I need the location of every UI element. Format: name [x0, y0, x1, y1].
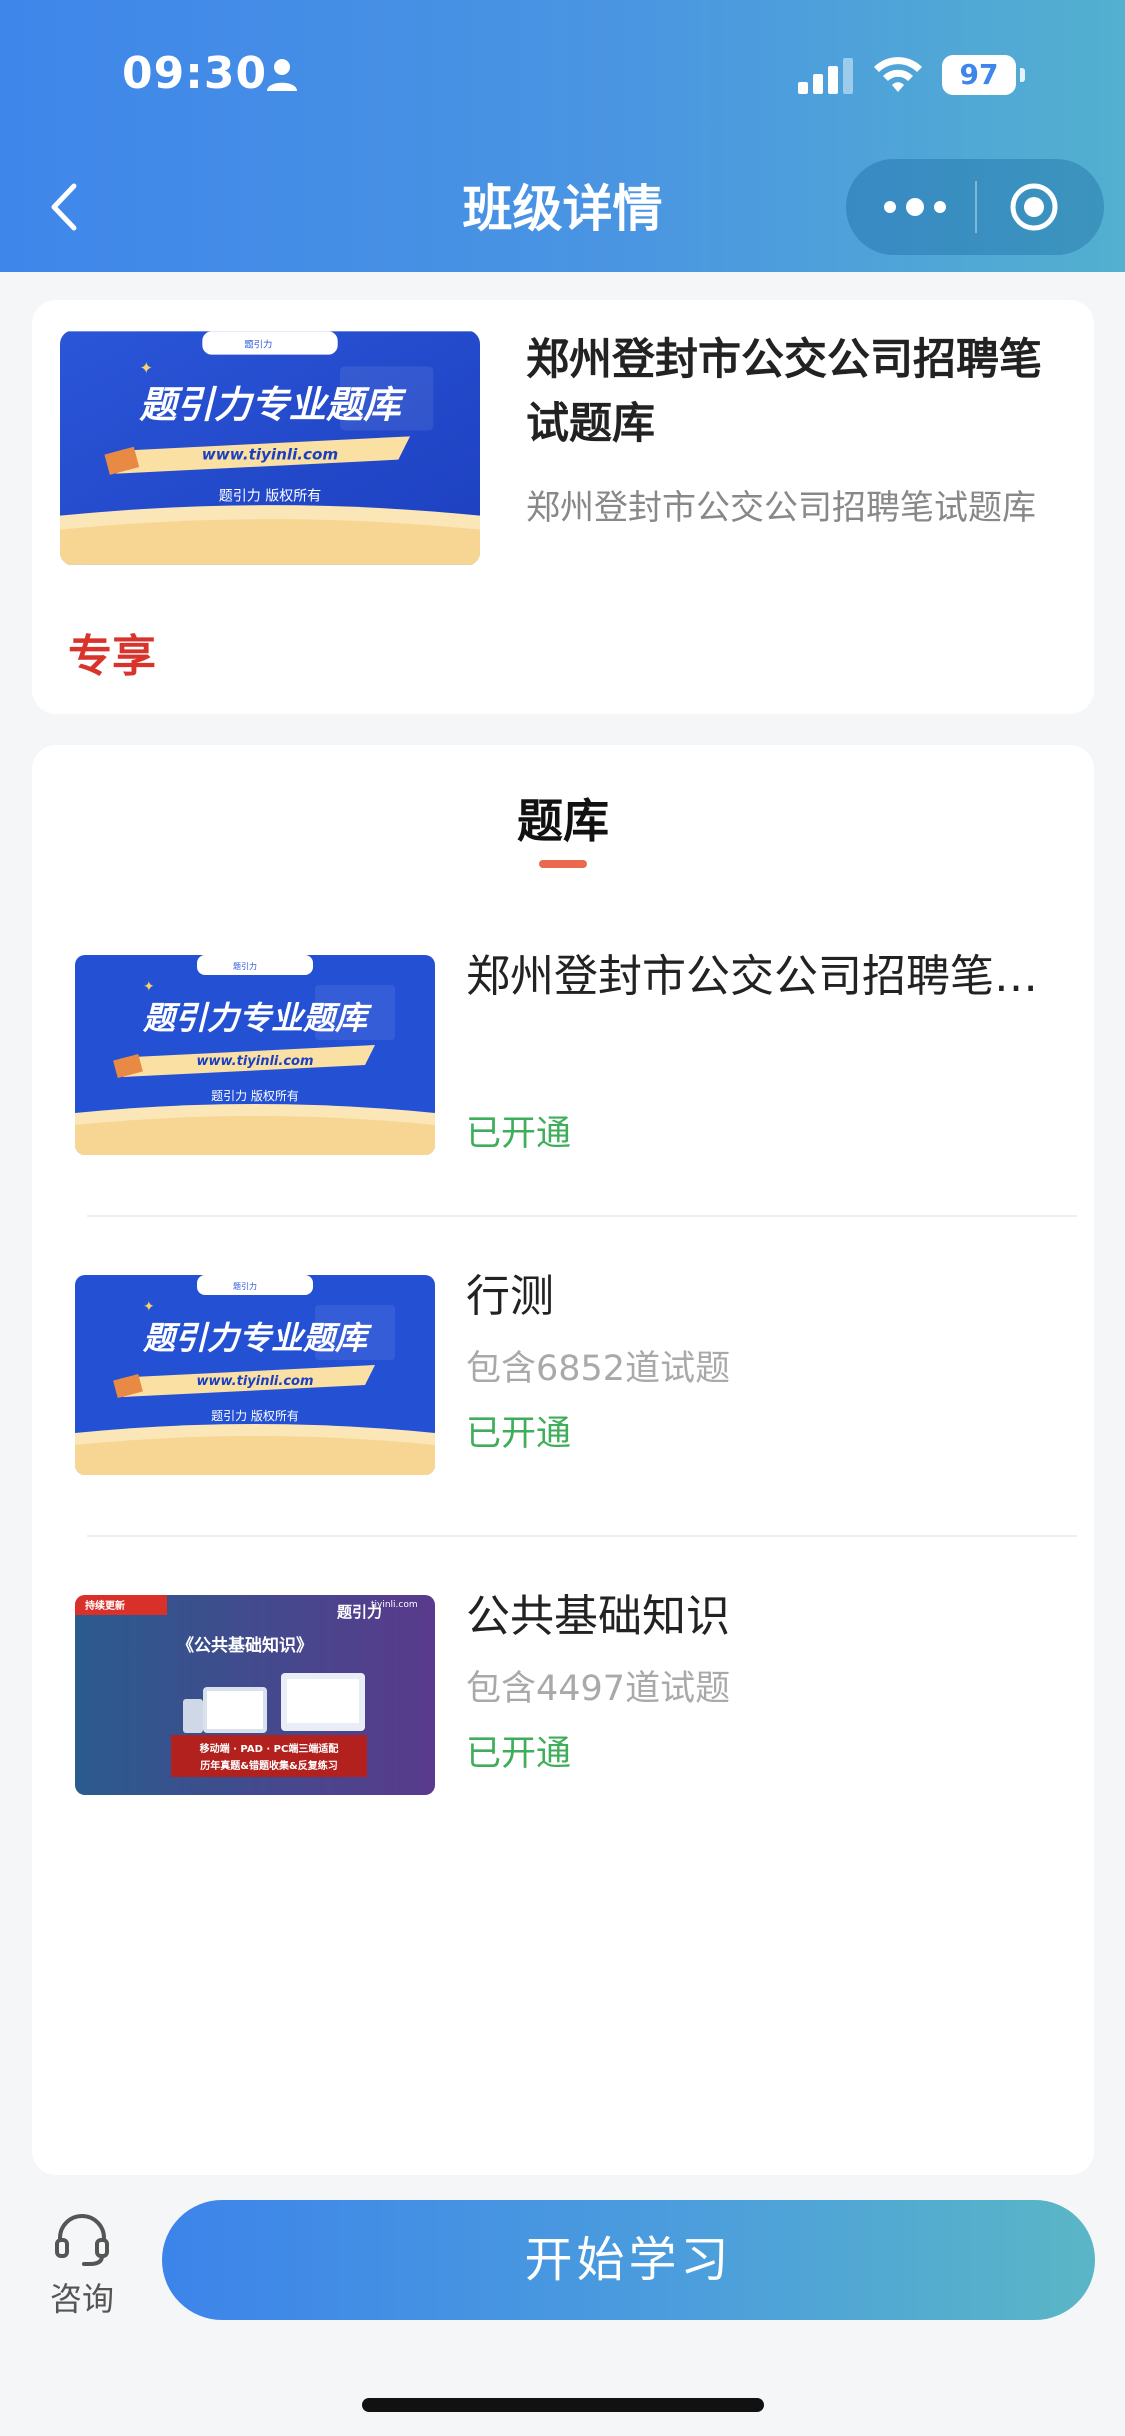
consult-button[interactable]: 咨询 [40, 2212, 124, 2320]
cover-footer: 题引力 版权所有 [219, 489, 321, 505]
course-cover-image[interactable]: 题引力 题引力专业题库 www.tiyinli.com 题引力 版权所有 ✦ [60, 330, 480, 566]
svg-text:✦: ✦ [143, 979, 155, 995]
bank-name: 公共基础知识 [466, 1591, 730, 1642]
course-title: 郑州登封市公交公司招聘笔试题库 [526, 335, 1042, 449]
svg-text:www.tiyinli.com: www.tiyinli.com [196, 1054, 313, 1069]
person-icon [267, 59, 297, 91]
mini-program-capsule [846, 159, 1104, 255]
headset-icon [55, 2214, 109, 2266]
bank-question-count: 包含6852道试题 [466, 1349, 731, 1389]
signal-icon [798, 58, 853, 94]
bank-status: 已开通 [466, 1414, 572, 1454]
status-time: 09:30 [122, 48, 268, 99]
target-icon[interactable] [1008, 181, 1060, 233]
svg-text:题引力 版权所有: 题引力 版权所有 [211, 1089, 299, 1103]
course-subtitle: 郑州登封市公交公司招聘笔试题库 [526, 488, 1036, 528]
divider [87, 1535, 1077, 1537]
cover-url: www.tiyinli.com [202, 446, 338, 464]
course-summary-card: 题引力 题引力专业题库 www.tiyinli.com 题引力 版权所有 ✦ 郑… [32, 300, 1094, 714]
cover-ribbon: 持续更新 [85, 1599, 125, 1612]
svg-text:✦: ✦ [143, 1299, 155, 1315]
cover-small-label: 题引力 [244, 339, 272, 351]
svg-text:题引力 版权所有: 题引力 版权所有 [211, 1409, 299, 1423]
divider [87, 1215, 1077, 1217]
svg-text:题引力专业题库: 题引力专业题库 [142, 1319, 373, 1357]
start-learning-button[interactable]: 开始学习 [162, 2200, 1095, 2320]
cover-headline: 题引力专业题库 [138, 383, 407, 427]
cover-site: tiyinli.com [371, 1600, 418, 1610]
svg-text:题引力: 题引力 [233, 1281, 257, 1291]
list-item[interactable]: 持续更新 题引力 tiyinli.com 《公共基础知识》 移动端 · PAD … [32, 1585, 1094, 1845]
bank-cover-image: 题引力 题引力专业题库 www.tiyinli.com 题引力 版权所有 ✦ [75, 1275, 435, 1475]
consult-label: 咨询 [49, 2280, 114, 2318]
cover-line2: 历年真题&错题收集&反复练习 [200, 1759, 337, 1772]
cover-line1: 移动端 · PAD · PC端三端适配 [200, 1742, 339, 1755]
list-item[interactable]: 题引力 题引力专业题库 www.tiyinli.com 题引力 版权所有 ✦ 行… [32, 1265, 1094, 1525]
list-item[interactable]: 题引力 题引力专业题库 www.tiyinli.com 题引力 版权所有 ✦ 郑… [32, 945, 1094, 1205]
bank-status: 已开通 [466, 1734, 572, 1774]
status-bar: 09:30 97 [0, 0, 1125, 150]
bank-cover-image: 持续更新 题引力 tiyinli.com 《公共基础知识》 移动端 · PAD … [75, 1595, 435, 1795]
bottom-action-bar: 咨询 开始学习 [0, 2176, 1125, 2436]
capsule-divider [975, 181, 977, 233]
question-bank-card: 题库 题引力 题引力专业题库 www.tiyinli.com 题引力 版权所有 … [32, 745, 1094, 2175]
bank-question-count: 包含4497道试题 [466, 1669, 731, 1709]
bank-status: 已开通 [466, 1114, 572, 1154]
exclusive-tag: 专享 [68, 631, 156, 682]
section-underline [539, 860, 587, 868]
section-title: 题库 [517, 794, 609, 848]
wifi-icon [874, 57, 922, 92]
svg-text:www.tiyinli.com: www.tiyinli.com [196, 1374, 313, 1389]
svg-text:题引力专业题库: 题引力专业题库 [142, 999, 373, 1037]
more-icon[interactable] [880, 185, 950, 229]
svg-text:题引力: 题引力 [233, 961, 257, 971]
svg-text:✦: ✦ [139, 358, 153, 377]
battery-indicator: 97 [942, 55, 1025, 95]
bank-name: 行测 [466, 1271, 554, 1322]
bank-cover-image: 题引力 题引力专业题库 www.tiyinli.com 题引力 版权所有 ✦ [75, 955, 435, 1155]
bank-name: 郑州登封市公交公司招聘笔试题库 [466, 951, 1056, 1002]
cover-title: 《公共基础知识》 [177, 1635, 313, 1656]
home-indicator [362, 2398, 764, 2412]
header: 09:30 97 班级详情 [0, 0, 1125, 272]
